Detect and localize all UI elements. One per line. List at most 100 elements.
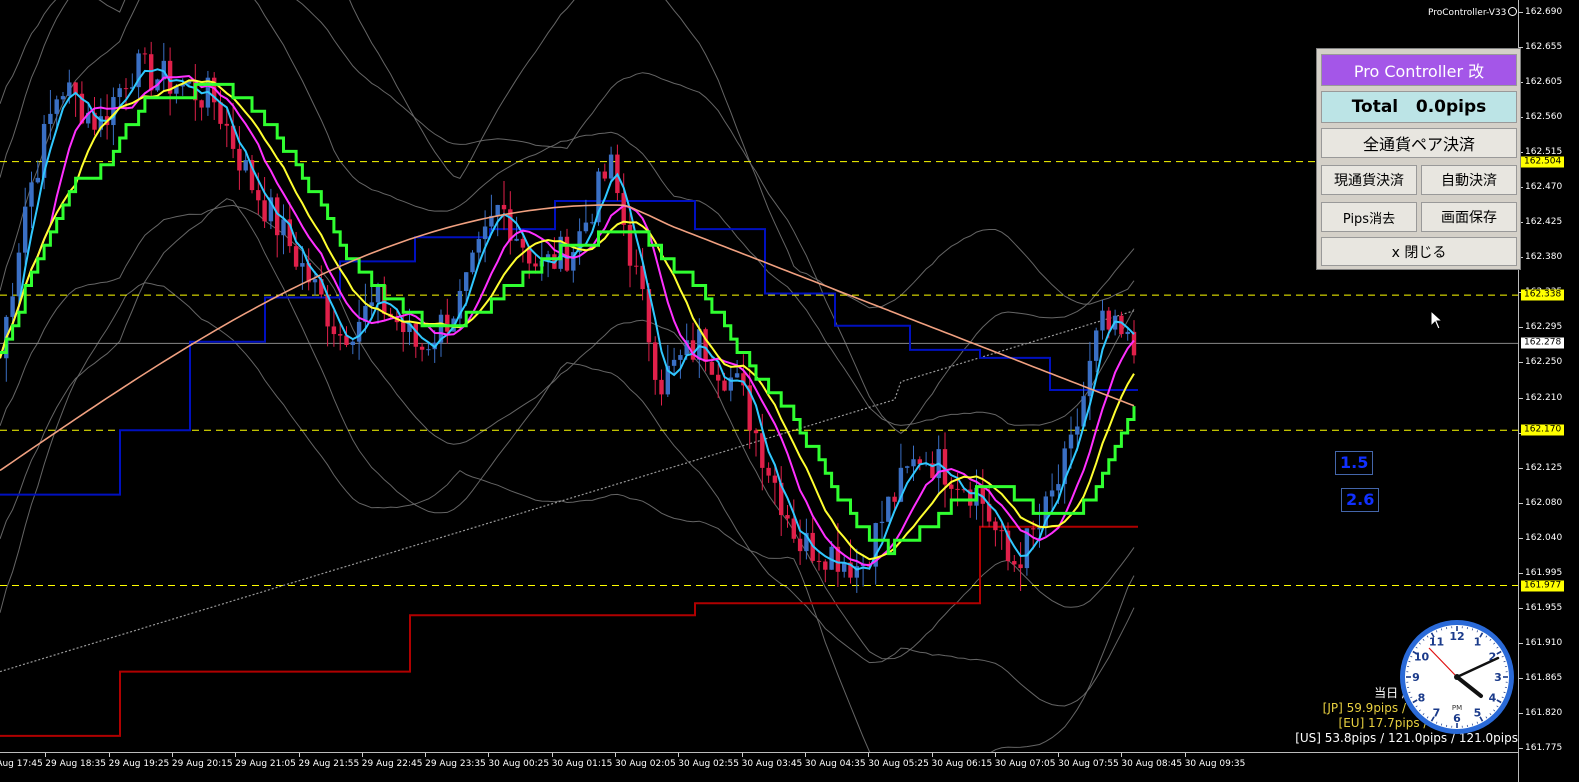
price-tick: 162.425	[1518, 217, 1563, 228]
candle-body	[445, 314, 450, 332]
candle-body	[54, 99, 59, 114]
candle-body	[401, 322, 406, 333]
price-tick: 162.295	[1518, 322, 1563, 333]
candle-body	[766, 467, 771, 476]
candle-body	[816, 560, 822, 562]
mouse-cursor-icon	[1430, 309, 1444, 334]
candle-body	[281, 219, 286, 236]
box-label-upper: 1.5	[1335, 451, 1374, 475]
total-pips-display: Total 0.0pips	[1321, 91, 1517, 123]
close-current-pair-button[interactable]: 現通貨決済	[1321, 165, 1417, 195]
candle-body	[1068, 434, 1074, 449]
price-tick: 162.690	[1518, 7, 1563, 17]
panel-title-button[interactable]: Pro Controller 改	[1321, 54, 1517, 86]
time-label: 30 Aug 06:15	[931, 753, 993, 769]
candle-body	[716, 374, 721, 381]
candle-body	[470, 252, 475, 273]
candle-body	[602, 171, 607, 179]
price-tag-level1: 162.504	[1521, 156, 1565, 168]
control-panel: Pro Controller 改 Total 0.0pips 全通貨ペア決済 現…	[1316, 48, 1521, 270]
candle-body	[1049, 490, 1055, 497]
candle-body	[29, 182, 34, 207]
candle-body	[608, 154, 614, 179]
candle-body	[312, 279, 318, 283]
candle-body	[753, 430, 759, 434]
candle-body	[892, 496, 897, 502]
candle-body	[1106, 310, 1111, 330]
candle-body	[10, 296, 15, 317]
price-tick: 162.605	[1518, 77, 1563, 88]
smiley-icon	[1508, 7, 1518, 16]
candle-body	[564, 236, 570, 271]
candle-body	[791, 518, 796, 539]
candle-body	[123, 88, 129, 90]
candle-body	[993, 521, 998, 531]
candle-body	[722, 380, 727, 391]
candle-body	[772, 475, 778, 483]
candle-body	[905, 466, 910, 468]
candle-body	[476, 239, 481, 253]
price-axis: 162.690 162.655 162.605 162.560 162.515 162.4…	[1518, 0, 1579, 782]
green-step-line	[0, 82, 1136, 556]
time-label: 29 Aug 19:25	[108, 753, 170, 769]
candle-body	[495, 204, 500, 216]
price-tick: 162.080	[1518, 497, 1563, 508]
brand-text: ProController-V33	[1428, 8, 1507, 18]
candle-body	[482, 226, 488, 240]
time-label: 30 Aug 04:35	[804, 753, 866, 769]
time-label: 29 Aug 21:05	[235, 753, 296, 769]
candle-body	[338, 334, 343, 336]
candle-body	[703, 329, 708, 362]
candle-body	[634, 265, 639, 267]
auto-close-button[interactable]: 自動決済	[1421, 165, 1517, 195]
time-label: 30 Aug 02:55	[678, 753, 739, 769]
time-label: 30 Aug 08:45	[1121, 753, 1183, 769]
price-tick: 162.040	[1518, 532, 1563, 543]
channel-low-line	[0, 525, 1138, 737]
save-screen-button[interactable]: 画面保存	[1421, 202, 1517, 232]
candle-body	[1075, 426, 1080, 435]
svg-text:12: 12	[1449, 630, 1464, 643]
candle-body	[520, 238, 526, 248]
time-label: 30 Aug 03:45	[741, 753, 803, 769]
candle-body	[35, 177, 40, 183]
candle-body	[1125, 331, 1130, 335]
ma-fast-line	[0, 68, 1135, 571]
candle-body	[797, 538, 803, 552]
candle-body	[999, 530, 1004, 532]
candle-body	[142, 53, 148, 55]
candle-body	[678, 355, 683, 360]
time-label: 30 Aug 05:25	[868, 753, 929, 769]
candle-body	[350, 341, 355, 346]
candle-body	[734, 373, 740, 378]
price-tick: 162.125	[1518, 462, 1563, 473]
price-chart[interactable]	[0, 0, 1518, 782]
candle-body	[111, 97, 116, 126]
svg-text:3: 3	[1494, 671, 1502, 684]
candle-body	[16, 252, 22, 297]
candle-body	[879, 521, 885, 524]
candle-body	[1094, 330, 1099, 361]
candle-body	[501, 204, 507, 210]
candle-body	[949, 484, 954, 489]
clear-pips-button[interactable]: Pips消去	[1321, 202, 1417, 232]
candle-body	[955, 488, 960, 490]
channel-lines	[0, 200, 1138, 737]
close-all-pairs-button[interactable]: 全通貨ペア決済	[1321, 128, 1517, 158]
time-axis: 29 Aug 17:4529 Aug 18:3529 Aug 19:2529 A…	[0, 752, 1518, 782]
price-tick: 161.820	[1518, 707, 1563, 718]
candle-body	[426, 349, 431, 351]
band-line	[0, 282, 1135, 782]
time-label: 30 Aug 01:15	[551, 753, 613, 769]
brand-label: ProController-V33	[1428, 7, 1518, 18]
candle-body	[300, 263, 305, 267]
close-panel-button[interactable]: x 閉じる	[1321, 237, 1517, 266]
candle-body	[583, 222, 589, 232]
time-label: 29 Aug 23:35	[425, 753, 486, 769]
candle-body	[709, 361, 715, 375]
price-tick: 161.955	[1518, 602, 1563, 613]
price-tag-level3: 162.170	[1521, 424, 1565, 436]
moving-averages	[0, 68, 1136, 571]
candle-body	[697, 329, 702, 360]
price-tick: 162.470	[1518, 182, 1563, 193]
